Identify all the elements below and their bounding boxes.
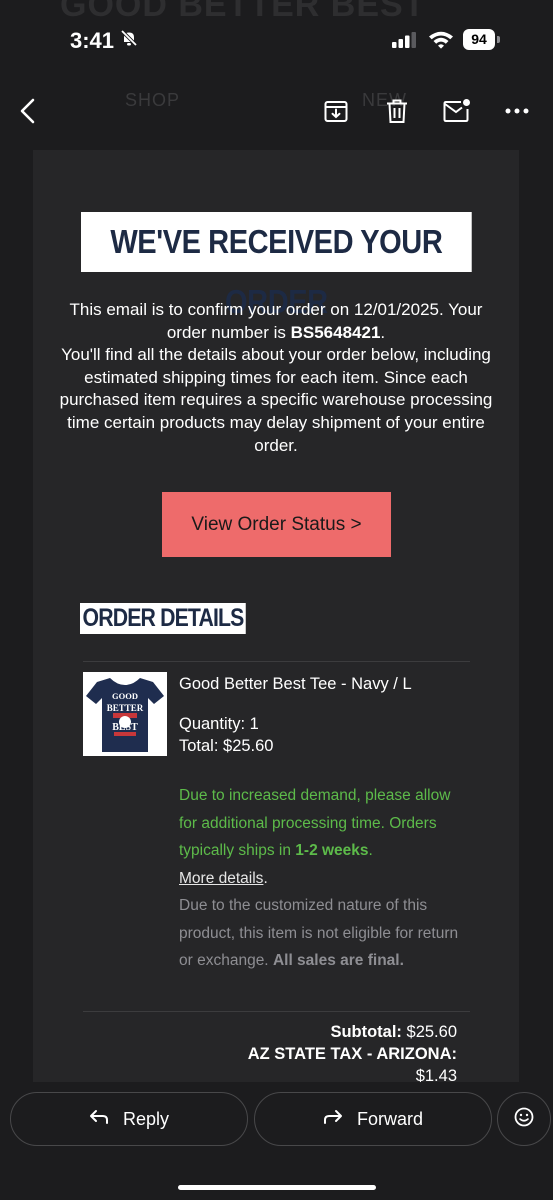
- wifi-icon: [428, 30, 454, 54]
- thumb-text-better: BETTER: [107, 703, 144, 713]
- subtotal-label: Subtotal:: [330, 1023, 402, 1041]
- item-quantity: Quantity: 1: [179, 715, 259, 733]
- email-body: WE'VE RECEIVED YOUR ORDER This email is …: [33, 150, 519, 1082]
- status-bar: GOOD BETTER BEST 3:41 94: [0, 0, 553, 70]
- battery-cap: [497, 36, 500, 43]
- order-details-heading: ORDER DETAILS: [80, 603, 247, 634]
- email-viewport[interactable]: WE'VE RECEIVED YOUR ORDER This email is …: [0, 150, 553, 1082]
- forward-icon: [323, 1109, 343, 1130]
- background-logo-text: GOOD BETTER BEST: [60, 0, 426, 24]
- order-number: BS5648421: [290, 322, 381, 342]
- intro-text: You'll find all the details about your o…: [59, 345, 493, 455]
- reply-button[interactable]: Reply: [10, 1092, 248, 1146]
- reply-label: Reply: [122, 1108, 170, 1129]
- forward-button[interactable]: Forward: [254, 1092, 492, 1146]
- tax-value: $1.43: [415, 1067, 457, 1082]
- intro-paragraph: This email is to confirm your order on 1…: [53, 299, 499, 457]
- silent-mode-icon: [120, 29, 138, 52]
- trash-icon[interactable]: [383, 97, 411, 125]
- background-nav-text: SHOP: [125, 90, 181, 110]
- view-order-status-button[interactable]: View Order Status >: [162, 492, 391, 557]
- shipping-estimate: 1-2 weeks: [295, 842, 369, 859]
- divider: [83, 1011, 470, 1012]
- more-icon[interactable]: [503, 97, 531, 125]
- final-sale-bold: All sales are final.: [272, 952, 404, 969]
- processing-notice: Due to increased demand, please allow fo…: [179, 782, 469, 865]
- order-totals: Subtotal: $25.60 AZ STATE TAX - ARIZONA:…: [248, 1021, 457, 1082]
- tshirt-icon: GOOD BETTER BEST: [86, 678, 164, 752]
- processing-notice-text: .: [368, 842, 373, 859]
- cellular-signal-icon: [392, 32, 418, 53]
- hero-banner: WE'VE RECEIVED YOUR ORDER: [81, 212, 472, 320]
- divider: [83, 661, 470, 662]
- final-sale-notice: Due to the customized nature of this pro…: [179, 892, 469, 975]
- forward-label: Forward: [356, 1108, 423, 1129]
- tax-label: AZ STATE TAX - ARIZONA:: [247, 1045, 457, 1063]
- thumb-text-best: BEST: [112, 722, 138, 733]
- subtotal-value: $25.60: [406, 1023, 457, 1041]
- reply-bar: Reply Forward: [0, 1082, 553, 1200]
- thumb-text-good: GOOD: [112, 691, 138, 701]
- reply-icon: [89, 1109, 109, 1130]
- product-thumbnail[interactable]: GOOD BETTER BEST: [83, 672, 167, 756]
- archive-icon[interactable]: [322, 97, 350, 125]
- intro-text: This email is to confirm your order on 1…: [69, 300, 483, 342]
- intro-text: .: [380, 322, 386, 342]
- emoji-reaction-button[interactable]: [497, 1092, 551, 1146]
- email-toolbar: SHOP NEW: [0, 70, 553, 150]
- clock: 3:41: [70, 28, 115, 53]
- battery-indicator: 94: [463, 29, 495, 50]
- home-indicator[interactable]: [178, 1185, 376, 1190]
- item-total: Total: $25.60: [179, 737, 274, 755]
- mark-unread-icon[interactable]: [443, 97, 471, 125]
- item-name[interactable]: Good Better Best Tee - Navy / L: [179, 675, 412, 694]
- back-icon[interactable]: [14, 97, 42, 125]
- tax-row: AZ STATE TAX - ARIZONA:: [248, 1043, 457, 1065]
- punctuation: .: [263, 870, 268, 887]
- smiley-icon: [514, 1107, 534, 1132]
- more-details-row: More details.: [179, 865, 268, 893]
- subtotal-row: Subtotal: $25.60: [248, 1021, 457, 1043]
- more-details-link[interactable]: More details: [179, 870, 263, 887]
